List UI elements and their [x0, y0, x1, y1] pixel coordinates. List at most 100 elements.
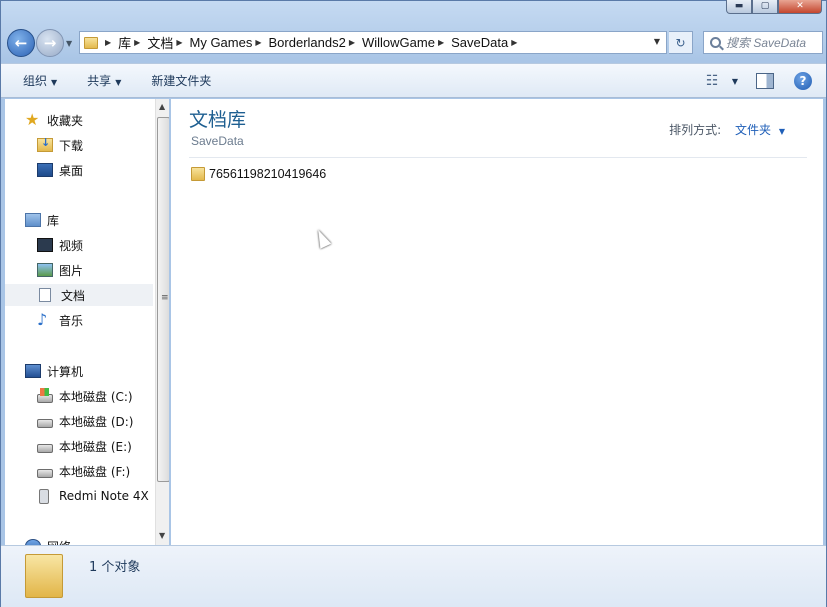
sidebar-item-label: 视频: [59, 238, 84, 253]
download-icon: [37, 136, 53, 152]
breadcrumb-library[interactable]: 库: [118, 33, 131, 52]
sidebar-item-label: 文档: [61, 288, 86, 303]
change-view-icon[interactable]: ☷: [706, 73, 724, 89]
breadcrumb-borderlands2[interactable]: Borderlands2: [269, 35, 346, 50]
recent-pages-dropdown[interactable]: ▼: [66, 39, 72, 48]
chevron-right-icon[interactable]: ▶: [349, 38, 355, 47]
sidebar-item-label: 网络: [47, 538, 71, 546]
folder-icon: [84, 36, 98, 49]
breadcrumb-savedata[interactable]: SaveData: [451, 35, 508, 50]
toolbar-right: ☷ ▼ ?: [706, 72, 812, 90]
window-controls: ▬ ▢ ✕: [726, 0, 822, 14]
refresh-icon: ↻: [675, 35, 686, 50]
search-icon: [710, 37, 721, 48]
folder-icon: [25, 554, 63, 598]
sidebar-item-network[interactable]: 网络: [25, 535, 71, 545]
arrange-by-control: 排列方式: 文件夹 ▼: [669, 121, 785, 138]
breadcrumb-my-games[interactable]: My Games: [190, 35, 253, 50]
close-button[interactable]: ✕: [778, 0, 822, 14]
forward-arrow-icon: →: [43, 34, 57, 52]
desktop-icon: [37, 163, 53, 177]
explorer-window: ▬ ▢ ✕ ← → ▼ ▶ 库 ▶ 文档 ▶ My Games ▶ Border…: [0, 0, 827, 607]
file-name: 76561198210419646: [209, 167, 327, 181]
computer-icon: [25, 364, 41, 378]
chevron-right-icon[interactable]: ▶: [438, 38, 444, 47]
minimize-button[interactable]: ▬: [726, 0, 752, 14]
chevron-right-icon[interactable]: ▶: [134, 38, 140, 47]
sidebar-item-label: 库: [47, 213, 60, 228]
help-icon[interactable]: ?: [794, 72, 812, 90]
sidebar-item-videos[interactable]: 视频: [37, 234, 83, 256]
share-button[interactable]: 共享 ▼: [79, 68, 129, 93]
view-options-dropdown[interactable]: ▼: [732, 77, 738, 86]
address-dropdown[interactable]: ▼: [654, 37, 660, 46]
sidebar-item-label: 收藏夹: [47, 113, 84, 128]
sidebar-item-label: 桌面: [59, 163, 84, 178]
phone-icon: [39, 488, 49, 504]
sidebar-item-desktop[interactable]: 桌面: [37, 159, 83, 181]
item-count: 1 个对象: [89, 560, 141, 575]
page-subtitle: SaveData: [191, 134, 244, 148]
refresh-button[interactable]: ↻: [669, 31, 693, 54]
back-button[interactable]: ←: [7, 29, 35, 57]
sidebar-item-libraries[interactable]: 库: [25, 209, 59, 231]
mouse-cursor-icon: [312, 227, 332, 249]
picture-icon: [37, 263, 53, 277]
arrange-by-label: 排列方式:: [669, 123, 722, 137]
forward-button[interactable]: →: [36, 29, 64, 57]
page-title: 文档库: [189, 109, 247, 131]
maximize-button[interactable]: ▢: [752, 0, 778, 14]
grip-icon: ≡: [161, 293, 169, 303]
video-icon: [37, 238, 53, 252]
sidebar-item-documents[interactable]: 文档: [5, 284, 153, 306]
sidebar-item-drive-e[interactable]: 本地磁盘 (E:): [37, 435, 132, 457]
sidebar-item-music[interactable]: ♪ 音乐: [37, 309, 83, 331]
sidebar-item-label: 本地磁盘 (F:): [59, 464, 131, 479]
search-input[interactable]: 搜索 SaveData: [703, 31, 823, 54]
scroll-down-icon[interactable]: ▼: [159, 531, 165, 540]
address-bar[interactable]: ▶ 库 ▶ 文档 ▶ My Games ▶ Borderlands2 ▶ Wil…: [79, 31, 667, 54]
search-placeholder: 搜索 SaveData: [726, 36, 807, 50]
scroll-up-icon[interactable]: ▲: [159, 102, 165, 111]
sidebar-item-label: 下载: [59, 138, 84, 153]
sidebar-item-label: Redmi Note 4X: [59, 489, 149, 503]
drive-icon: [37, 443, 53, 453]
preview-pane-icon[interactable]: [756, 73, 774, 89]
sidebar-item-label: 本地磁盘 (C:): [59, 389, 133, 404]
chevron-right-icon[interactable]: ▶: [255, 38, 261, 47]
scroll-thumb[interactable]: ≡: [157, 117, 169, 482]
sidebar-item-label: 本地磁盘 (E:): [59, 439, 132, 454]
sidebar-item-label: 音乐: [59, 313, 84, 328]
sidebar-item-pictures[interactable]: 图片: [37, 259, 83, 281]
sidebar-item-label: 计算机: [47, 364, 84, 379]
details-pane: 1 个对象: [1, 545, 826, 607]
organize-button[interactable]: 组织 ▼: [15, 68, 65, 93]
chevron-down-icon[interactable]: ▼: [779, 127, 785, 136]
sidebar-item-label: 图片: [59, 263, 84, 278]
sidebar-item-drive-c[interactable]: 本地磁盘 (C:): [37, 385, 133, 407]
nav-scrollbar[interactable]: ▲ ≡ ▼: [155, 99, 169, 545]
library-icon: [25, 213, 41, 227]
file-list-pane: 文档库 SaveData 排列方式: 文件夹 ▼ 765611982104196…: [171, 99, 823, 545]
sidebar-item-label: 本地磁盘 (D:): [59, 414, 134, 429]
sidebar-item-drive-d[interactable]: 本地磁盘 (D:): [37, 410, 133, 432]
arrange-by-dropdown[interactable]: 文件夹: [735, 123, 771, 137]
drive-icon: [37, 418, 53, 428]
breadcrumb-willowgame[interactable]: WillowGame: [362, 35, 435, 50]
star-icon: ★: [25, 110, 40, 129]
chevron-down-icon: ▼: [115, 78, 122, 87]
sidebar-item-favorites[interactable]: ★ 收藏夹: [25, 109, 83, 131]
system-drive-icon: [37, 387, 53, 403]
list-item[interactable]: 76561198210419646: [191, 167, 326, 181]
breadcrumb-documents[interactable]: 文档: [147, 33, 173, 52]
chevron-right-icon[interactable]: ▶: [105, 38, 111, 47]
sidebar-item-downloads[interactable]: 下载: [37, 134, 83, 156]
sidebar-item-computer[interactable]: 计算机: [25, 360, 83, 382]
new-folder-button[interactable]: 新建文件夹: [143, 68, 219, 93]
chevron-right-icon[interactable]: ▶: [511, 38, 517, 47]
sidebar-item-drive-f[interactable]: 本地磁盘 (F:): [37, 460, 130, 482]
sidebar-item-redmi-note[interactable]: Redmi Note 4X: [37, 485, 149, 507]
chevron-right-icon[interactable]: ▶: [176, 38, 182, 47]
back-arrow-icon: ←: [14, 34, 28, 52]
divider: [189, 157, 807, 158]
